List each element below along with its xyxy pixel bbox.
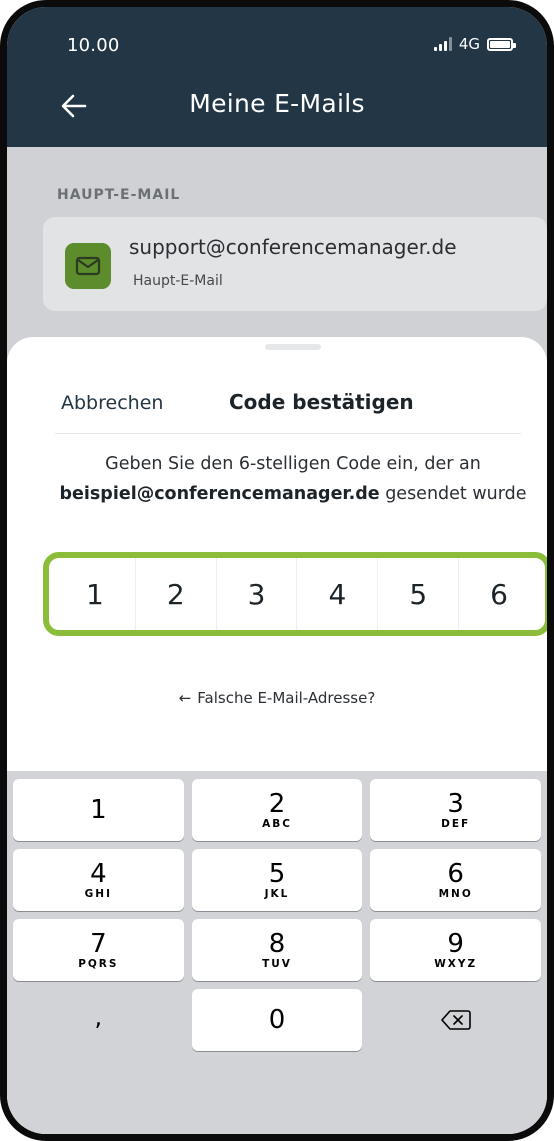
network-label: 4G <box>458 35 480 53</box>
email-address: support@conferencemanager.de <box>129 235 457 259</box>
key-digit: 6 <box>447 859 464 889</box>
key-digit: 8 <box>268 929 286 959</box>
key-8[interactable]: 8 TUV <box>191 919 363 981</box>
key-1[interactable]: 1 <box>13 779 184 841</box>
sheet-title: Code bestätigen <box>229 390 414 414</box>
key-digit: 5 <box>268 859 286 889</box>
key-6[interactable]: 6 MNO <box>370 849 542 911</box>
app-header: 10.00 4G Meine E-Mails <box>7 7 547 147</box>
key-letters: WXYZ <box>434 958 478 970</box>
divider <box>55 433 521 434</box>
home-indicator[interactable] <box>212 1135 352 1140</box>
key-comma[interactable]: , <box>13 989 184 1051</box>
instruction-line-email: beispiel@conferencemanager.de gesendet w… <box>43 479 543 509</box>
code-digit[interactable]: 5 <box>378 558 460 630</box>
status-icons: 4G <box>433 35 516 53</box>
backspace-icon <box>440 1010 471 1030</box>
code-digit[interactable]: 6 <box>459 558 539 630</box>
email-label: Haupt-E-Mail <box>133 273 223 289</box>
key-digit: 0 <box>268 1005 286 1035</box>
key-letters: DEF <box>441 818 471 830</box>
instruction-email: beispiel@conferencemanager.de <box>59 484 380 504</box>
key-digit: 1 <box>90 795 107 825</box>
code-digit[interactable]: 3 <box>217 558 298 630</box>
key-digit: 4 <box>90 859 107 889</box>
email-list-background: HAUPT-E-MAIL support@conferencemanager.d… <box>7 147 547 347</box>
key-2[interactable]: 2 ABC <box>191 779 363 841</box>
key-letters: JKL <box>264 888 290 900</box>
key-7[interactable]: 7 PQRS <box>13 919 184 981</box>
key-letters: PQRS <box>78 958 119 970</box>
verify-code-sheet: Abbrechen Code bestätigen Geben Sie den … <box>7 337 547 1134</box>
key-digit: , <box>94 1003 103 1031</box>
battery-icon <box>487 37 516 51</box>
status-time: 10.00 <box>67 35 120 56</box>
key-5[interactable]: 5 JKL <box>191 849 363 911</box>
instruction-text: Geben Sie den 6-stelligen Code ein, der … <box>43 449 543 509</box>
key-digit: 9 <box>447 929 464 959</box>
code-digit[interactable]: 4 <box>297 558 379 630</box>
key-letters: GHI <box>84 888 112 900</box>
signal-icon <box>433 37 452 51</box>
delete-key[interactable] <box>370 989 541 1051</box>
arrow-left-icon: ← <box>178 689 192 707</box>
mail-icon <box>65 243 111 289</box>
key-digit: 3 <box>447 789 464 819</box>
phone-frame: 10.00 4G Meine E-Mails HAUPT-E-MAIL supp… <box>0 0 554 1141</box>
instruction-suffix: gesendet wurde <box>379 484 527 504</box>
code-digit[interactable]: 2 <box>136 558 217 630</box>
numeric-keypad: 1 2 ABC 3 DEF 4 GHI 5 JKL 6 MNO 7 PQRS 8 TUV 9W… <box>7 771 547 1134</box>
page-title: Meine E-Mails <box>189 89 365 118</box>
key-3[interactable]: 3 DEF <box>370 779 542 841</box>
instruction-line: Geben Sie den 6-stelligen Code ein, der … <box>105 454 481 474</box>
key-0[interactable]: 0 <box>191 989 363 1051</box>
key-letters: TUV <box>262 958 292 970</box>
code-input[interactable]: 1 2 3 4 5 6 <box>43 552 547 636</box>
code-digit[interactable]: 1 <box>55 558 136 630</box>
wrong-email-label: Falsche E-Mail-Adresse? <box>197 689 376 707</box>
main-email-card: support@conferencemanager.de Haupt-E-Mai… <box>43 217 547 311</box>
section-label: HAUPT-E-MAIL <box>57 187 181 203</box>
key-digit: 2 <box>268 789 286 819</box>
key-4[interactable]: 4 GHI <box>13 849 184 911</box>
key-letters: ABC <box>262 818 292 830</box>
cancel-button[interactable]: Abbrechen <box>61 392 163 414</box>
key-digit: 7 <box>90 929 107 959</box>
wrong-email-link[interactable]: ← Falsche E-Mail-Adresse? <box>7 689 547 707</box>
key-9[interactable]: 9 WXYZ <box>370 919 542 981</box>
key-letters: MNO <box>438 888 473 900</box>
sheet-grabber[interactable] <box>265 344 321 350</box>
